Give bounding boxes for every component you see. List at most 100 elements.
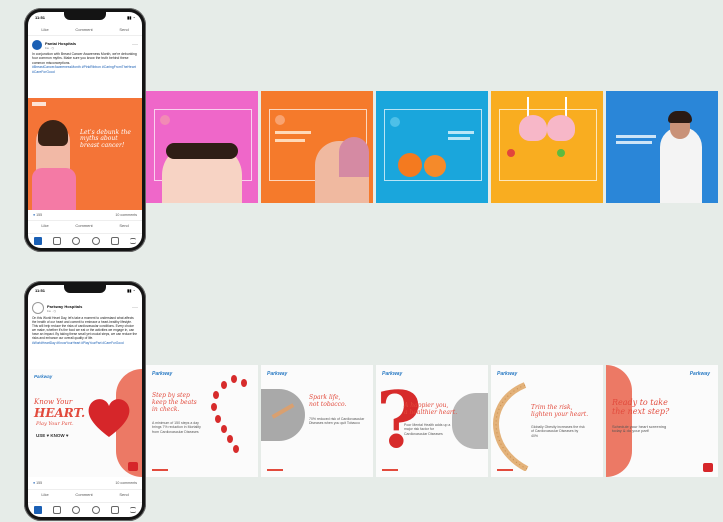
post-icon[interactable] xyxy=(72,237,81,245)
send-button[interactable]: Send xyxy=(119,223,128,228)
orange-fruit-left xyxy=(398,153,422,177)
post-caption: In conjunction with Breast Cancer Awaren… xyxy=(28,52,142,74)
poster-meta: 1w · ◷ xyxy=(45,45,55,50)
brand-logo: Parkway xyxy=(267,371,288,377)
brand-logo: Parkway xyxy=(497,371,518,377)
hijab-figure xyxy=(339,137,369,177)
carousel-slide-1[interactable] xyxy=(146,91,258,203)
bra-strap-right xyxy=(565,97,567,117)
like-button[interactable]: Like xyxy=(41,223,48,228)
reaction-count[interactable]: ● 155 xyxy=(33,213,42,217)
comment-count[interactable]: 10 comments xyxy=(115,481,137,485)
footprints-heart-icon xyxy=(211,375,247,453)
doctor-hair xyxy=(668,111,692,123)
menu-icon[interactable] xyxy=(130,238,137,244)
phone-notch xyxy=(64,285,106,293)
carousel-slide-6[interactable]: Parkway Step by step keep the beats in c… xyxy=(146,365,258,477)
phone-screen: 11:51 ▮▮ ◔ Like Comment Send Pantai Hosp… xyxy=(28,12,142,248)
menu-icon[interactable] xyxy=(130,507,137,513)
woman-hair xyxy=(38,120,68,146)
post-icon[interactable] xyxy=(72,506,81,514)
caption-text: In conjunction with Breast Cancer Awaren… xyxy=(32,52,137,65)
carousel-slide-2[interactable] xyxy=(261,91,373,203)
fact-badge xyxy=(557,149,565,157)
poster-name[interactable]: Pantai Hospitals xyxy=(45,41,76,46)
orange-fruit-right xyxy=(424,155,446,177)
world-heart-day-badge xyxy=(703,463,713,472)
text-block-placeholder xyxy=(616,135,656,138)
notifications-icon[interactable] xyxy=(110,506,119,514)
signal-icon: ▮▮ ◔ xyxy=(127,15,135,20)
phone-mockup-parkway: 11:51 ▮▮ ◔ Parkway Hospitals 1w · ◷ ··· … xyxy=(24,281,146,521)
post-image[interactable]: Parkway Know Your HEART. Play Your Part.… xyxy=(28,369,142,477)
slide-title-2: a healthier heart. xyxy=(404,409,458,416)
like-button[interactable]: Like xyxy=(41,492,48,497)
send-button[interactable]: Send xyxy=(119,27,128,32)
slide-subtext: Schedule your heart screening today & do… xyxy=(612,424,667,434)
network-icon[interactable] xyxy=(52,237,61,245)
comment-button[interactable]: Comment xyxy=(75,223,92,228)
comment-button[interactable]: Comment xyxy=(75,492,92,497)
hero-line-2: HEART. xyxy=(34,406,86,420)
myth-badge xyxy=(275,115,285,125)
red-heart-icon xyxy=(88,399,130,437)
engagement-counts: ● 155 10 comments xyxy=(28,213,142,217)
jobs-icon[interactable] xyxy=(91,237,100,245)
post-image[interactable]: Let's debunk the myths about breast canc… xyxy=(28,98,142,210)
slide-subtext: Globally Obesity increases the risk of C… xyxy=(531,425,585,438)
status-time: 11:51 xyxy=(35,15,46,20)
top-action-bar: Like Comment Send xyxy=(28,25,142,36)
text-block-placeholder xyxy=(448,131,474,134)
carousel-slide-5[interactable] xyxy=(606,91,718,203)
slide-subtext: 70% reduced risk of Cardiovascular Disea… xyxy=(309,417,365,426)
carousel-slide-8[interactable]: Parkway ? A happier you, a healthier hea… xyxy=(376,365,488,477)
text-block-placeholder xyxy=(448,137,470,140)
family-hair xyxy=(166,143,238,159)
phone-screen: 11:51 ▮▮ ◔ Parkway Hospitals 1w · ◷ ··· … xyxy=(28,285,142,517)
bottom-nav xyxy=(28,502,142,517)
brand-logo: Parkway xyxy=(689,371,710,377)
comment-count[interactable]: 10 comments xyxy=(115,213,137,217)
more-options-icon[interactable]: ··· xyxy=(132,305,138,311)
carousel-slide-3[interactable] xyxy=(376,91,488,203)
slide-title-2: the next step? xyxy=(612,407,670,416)
pantai-logo-icon[interactable] xyxy=(32,40,42,50)
carousel-slide-9[interactable]: Parkway Trim the risk, lighten your hear… xyxy=(491,365,603,477)
myth-badge xyxy=(160,115,170,125)
home-icon[interactable] xyxy=(33,506,42,514)
phone-notch xyxy=(64,12,106,20)
like-button[interactable]: Like xyxy=(41,27,48,32)
hashtag-mark xyxy=(152,469,168,471)
slide-title-2: not tobacco. xyxy=(309,401,347,408)
hero-line-4: USE ♥ KNOW ♥ xyxy=(36,433,69,438)
caption-hashtags[interactable]: #BreastCancerAwarenessMonth #PinkRibbon … xyxy=(32,65,138,74)
network-icon[interactable] xyxy=(52,506,61,514)
slide-subtext: A minimum of 150 steps a day brings 7% r… xyxy=(152,421,201,434)
home-icon[interactable] xyxy=(33,237,42,245)
text-block-placeholder xyxy=(275,131,311,134)
corner-accent xyxy=(606,365,632,477)
slide-title-3: in check. xyxy=(152,406,180,413)
slide-title-2: lighten your heart. xyxy=(531,411,589,418)
poster-name[interactable]: Parkway Hospitals xyxy=(47,304,82,309)
carousel-slide-4[interactable] xyxy=(491,91,603,203)
caption-text: On this World Heart Day, let's take a mo… xyxy=(32,316,138,341)
jobs-icon[interactable] xyxy=(91,506,100,514)
myth-badge xyxy=(390,117,400,127)
send-button[interactable]: Send xyxy=(119,492,128,497)
comment-button[interactable]: Comment xyxy=(75,27,92,32)
carousel-slide-7[interactable]: Parkway Spark life, not tobacco. 70% red… xyxy=(261,365,373,477)
bottom-action-bar: Like Comment Send xyxy=(28,489,142,497)
parkway-logo-icon[interactable] xyxy=(32,302,44,314)
caption-hashtags[interactable]: #WorldHeartDay #KnowYourHeart #PlayYourP… xyxy=(32,341,138,345)
reaction-count[interactable]: ● 155 xyxy=(33,481,42,485)
more-options-icon[interactable]: ··· xyxy=(132,42,138,48)
notifications-icon[interactable] xyxy=(110,237,119,245)
myth-badge xyxy=(507,149,515,157)
bra-strap-left xyxy=(527,97,529,117)
brand-logo: Parkway xyxy=(34,374,53,379)
hero-line-3: Play Your Part. xyxy=(36,421,74,427)
carousel-slide-10[interactable]: Parkway Ready to take the next step? Sch… xyxy=(606,365,718,477)
woman-shirt xyxy=(32,168,76,210)
post-header: Parkway Hospitals 1w · ◷ ··· xyxy=(28,298,142,316)
